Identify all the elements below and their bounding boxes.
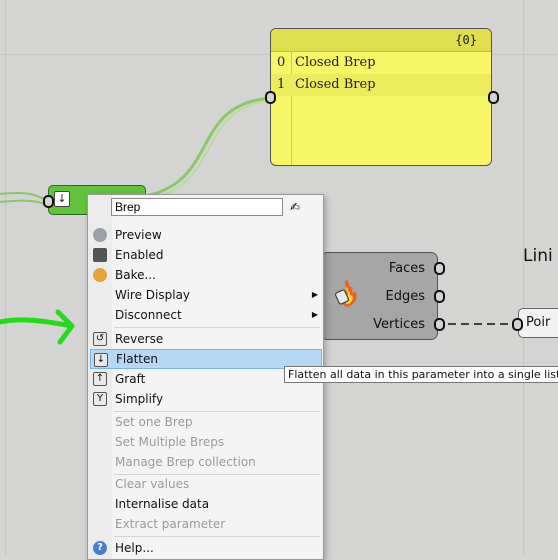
menu-item-label: Set one Brep: [115, 415, 193, 429]
flatten-icon: ↓: [54, 191, 70, 207]
wire-param-to-panel: [0, 192, 49, 201]
graft-icon: ↑: [93, 372, 107, 386]
submenu-arrow-icon: ▶: [311, 290, 318, 299]
output-edges: Edges: [385, 289, 426, 304]
panel-row-index: 0: [277, 55, 286, 70]
menu-item-internalise-data[interactable]: Internalise data: [90, 494, 322, 514]
menu-item-manage-brep-collection[interactable]: Manage Brep collection: [90, 452, 322, 472]
output-faces: Faces: [388, 261, 425, 276]
deconstruct-brep-icon: [334, 279, 357, 307]
wire-param-to-panel-b: [145, 100, 271, 201]
simplify-icon: Y: [93, 392, 107, 406]
menu-item-label: Simplify: [115, 392, 164, 406]
menu-item-label: Wire Display: [115, 288, 191, 302]
menu-item-enabled[interactable]: Enabled: [90, 245, 322, 265]
menu-item-preview[interactable]: Preview: [90, 225, 322, 245]
submenu-arrow-icon: ▶: [311, 310, 318, 319]
deconstruct-brep-component[interactable]: Faces Edges Vertices: [320, 252, 438, 340]
menu-item-label: Manage Brep collection: [115, 455, 256, 469]
menu-item-simplify[interactable]: Y Simplify: [90, 389, 322, 409]
menu-item-label: Flatten: [116, 352, 158, 366]
menu-separator: [114, 327, 320, 328]
enabled-icon: [93, 248, 107, 262]
output-grip-vertices[interactable]: [434, 318, 445, 331]
panel-input-grip[interactable]: [265, 91, 276, 104]
panel-path-header: {0}: [271, 29, 491, 52]
panel-output-grip[interactable]: [488, 91, 499, 104]
wire-param-to-panel: [145, 96, 271, 198]
menu-item-label: Internalise data: [115, 497, 210, 511]
menu-item-reverse[interactable]: ↺ Reverse: [90, 329, 322, 349]
menu-separator: [114, 536, 320, 537]
param-input-grip[interactable]: [43, 195, 54, 208]
output-vertices: Vertices: [373, 317, 425, 332]
color-picker-icon[interactable]: ✍: [290, 200, 300, 214]
wire-param-to-panel-b: [0, 199, 49, 205]
menu-item-set-multiple-breps[interactable]: Set Multiple Breps: [90, 432, 322, 452]
panel-row-index: 1: [277, 77, 286, 92]
reverse-icon: ↺: [93, 332, 107, 346]
parameter-name-input[interactable]: [111, 198, 283, 216]
menu-item-label: Help...: [115, 541, 154, 555]
menu-item-label: Extract parameter: [115, 517, 226, 531]
panel[interactable]: {0} 0 Closed Brep 1 Closed Brep: [270, 28, 492, 166]
panel-row: 1 Closed Brep: [271, 74, 491, 96]
menu-item-label: Clear values: [115, 477, 190, 491]
help-icon: ?: [93, 541, 107, 555]
menu-item-label: Enabled: [115, 248, 164, 262]
menu-item-disconnect[interactable]: Disconnect ▶: [90, 305, 322, 325]
annotation-arrow: [0, 309, 75, 345]
point-input-grip[interactable]: [512, 318, 523, 331]
point-component[interactable]: Poir: [518, 308, 558, 338]
menu-item-wire-display[interactable]: Wire Display ▶: [90, 285, 322, 305]
component-label-fragment: Lini: [523, 246, 553, 266]
menu-item-extract-parameter[interactable]: Extract parameter: [90, 514, 322, 534]
preview-icon: [93, 228, 107, 242]
menu-item-label: Set Multiple Breps: [115, 435, 225, 449]
menu-item-label: Reverse: [115, 332, 164, 346]
menu-item-label: Preview: [115, 228, 162, 242]
menu-item-clear-values[interactable]: Clear values: [90, 474, 322, 494]
panel-row-value: Closed Brep: [295, 55, 376, 70]
panel-row: 0 Closed Brep: [271, 52, 491, 74]
menu-item-bake[interactable]: Bake...: [90, 265, 322, 285]
output-grip-faces[interactable]: [434, 262, 445, 275]
menu-item-label: Graft: [115, 372, 146, 386]
panel-row-value: Closed Brep: [295, 77, 376, 92]
bake-icon: [93, 268, 107, 282]
flatten-tooltip: Flatten all data in this parameter into …: [284, 366, 558, 383]
menu-item-set-one-brep[interactable]: Set one Brep: [90, 412, 322, 432]
menu-item-label: Bake...: [115, 268, 156, 282]
output-grip-edges[interactable]: [434, 290, 445, 303]
menu-item-help[interactable]: ? Help...: [90, 538, 322, 558]
flatten-icon: ↓: [94, 353, 108, 367]
menu-item-label: Disconnect: [115, 308, 182, 322]
